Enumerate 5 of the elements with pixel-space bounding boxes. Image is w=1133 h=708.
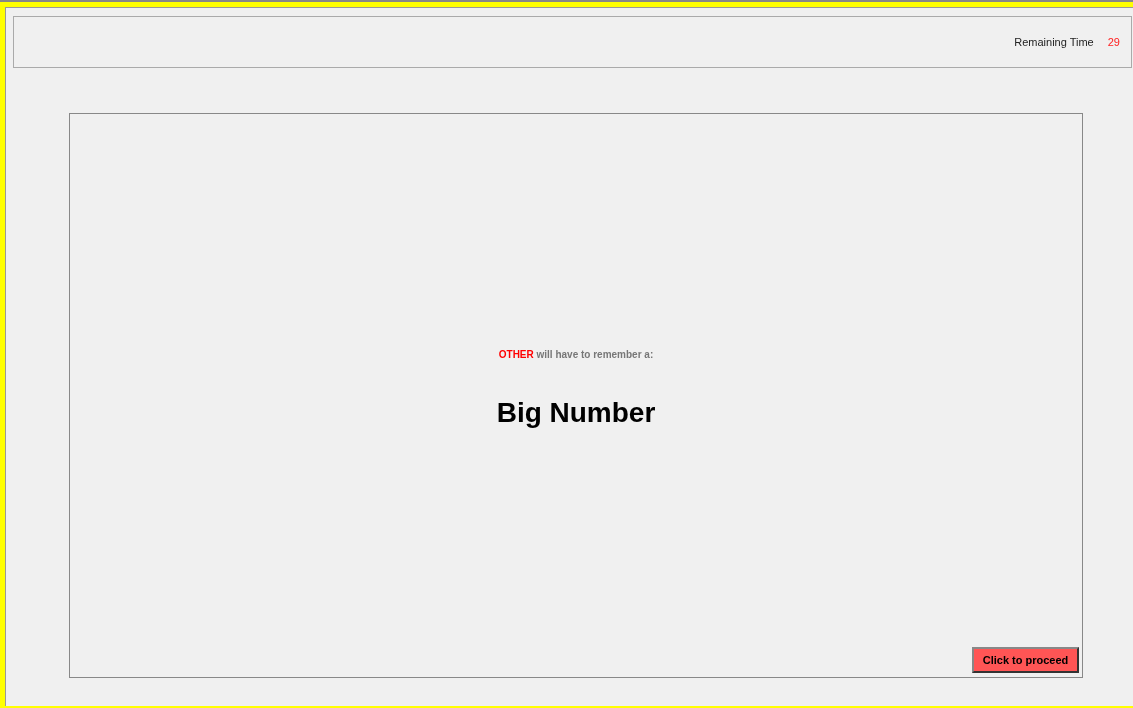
- timer-value: 29: [1107, 34, 1120, 50]
- proceed-button[interactable]: Click to proceed: [972, 647, 1079, 673]
- instruction-text: OTHER will have to remember a:: [498, 348, 654, 362]
- item-heading: Big Number: [496, 396, 656, 430]
- timer-label: Remaining Time: [1014, 34, 1094, 50]
